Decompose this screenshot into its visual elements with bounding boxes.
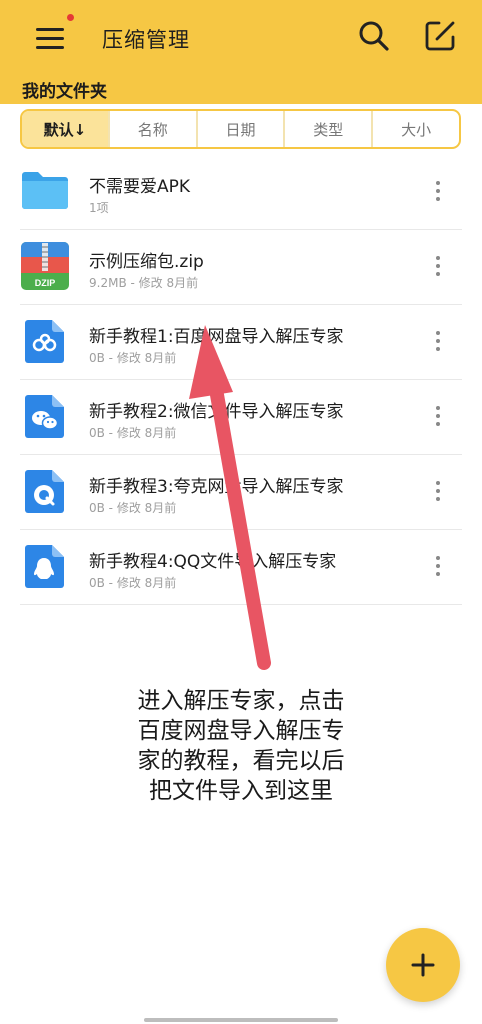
qq-icon [25, 545, 64, 588]
sort-tab-default[interactable]: 默认↓ [22, 111, 110, 147]
baidu-netdisk-icon [25, 320, 64, 363]
file-meta: 0B - 修改 8月前 [89, 426, 177, 440]
instruction-line: 百度网盘导入解压专 [137, 718, 345, 744]
file-meta: 9.2MB - 修改 8月前 [89, 276, 199, 290]
sort-tab-type[interactable]: 类型 [285, 111, 374, 147]
instruction-line: 进入解压专家，点击 [137, 688, 345, 714]
file-list: 不需要爱APK 1项 DZIP 示例压缩包.zip 9.2MB - 修改 8月前 [0, 155, 482, 605]
file-name: 不需要爱APK [89, 177, 191, 197]
quark-icon [25, 470, 64, 513]
zip-archive-icon: DZIP [21, 242, 69, 290]
sort-tabs: 默认↓ 名称 日期 类型 大小 [20, 109, 461, 149]
file-meta: 0B - 修改 8月前 [89, 351, 177, 365]
file-meta: 1项 [89, 201, 109, 215]
file-name: 新手教程1:百度网盘导入解压专家 [89, 327, 344, 347]
file-row-folder[interactable]: 不需要爱APK 1项 [0, 155, 482, 230]
file-row-tutorial-2[interactable]: 新手教程2:微信文件导入解压专家 0B - 修改 8月前 [0, 380, 482, 455]
top-app-bar: 压缩管理 我的文件夹 [0, 0, 482, 104]
instruction-line: 家的教程，看完以后 [137, 748, 345, 774]
file-name: 新手教程4:QQ文件导入解压专家 [89, 552, 337, 572]
divider [20, 604, 462, 605]
notification-badge [67, 14, 74, 21]
sort-tab-date[interactable]: 日期 [198, 111, 286, 147]
file-row-tutorial-3[interactable]: 新手教程3:夸克网盘导入解压专家 0B - 修改 8月前 [0, 455, 482, 530]
more-options-button[interactable] [426, 554, 450, 578]
sort-tab-size[interactable]: 大小 [373, 111, 459, 147]
edit-button[interactable] [422, 18, 458, 54]
more-options-button[interactable] [426, 254, 450, 278]
folder-icon [22, 172, 68, 209]
file-meta: 0B - 修改 8月前 [89, 501, 177, 515]
plus-icon [411, 953, 435, 977]
more-options-button[interactable] [426, 179, 450, 203]
home-indicator[interactable] [144, 1018, 338, 1022]
folder-section-label: 我的文件夹 [22, 82, 107, 102]
menu-button[interactable] [30, 14, 74, 56]
sort-tab-name[interactable]: 名称 [110, 111, 198, 147]
file-row-tutorial-4[interactable]: 新手教程4:QQ文件导入解压专家 0B - 修改 8月前 [0, 530, 482, 605]
file-meta: 0B - 修改 8月前 [89, 576, 177, 590]
file-name: 示例压缩包.zip [89, 252, 204, 272]
more-options-button[interactable] [426, 329, 450, 353]
tutorial-instruction: 进入解压专家，点击 百度网盘导入解压专 家的教程，看完以后 把文件导入到这里 [100, 686, 382, 806]
page-title: 压缩管理 [102, 28, 190, 52]
search-icon [359, 21, 389, 51]
edit-icon [425, 21, 455, 51]
zip-icon-label: DZIP [35, 278, 56, 288]
add-button[interactable] [386, 928, 460, 1002]
file-row-zip[interactable]: DZIP 示例压缩包.zip 9.2MB - 修改 8月前 [0, 230, 482, 305]
more-options-button[interactable] [426, 404, 450, 428]
more-options-button[interactable] [426, 479, 450, 503]
wechat-icon [25, 395, 64, 438]
file-row-tutorial-1[interactable]: 新手教程1:百度网盘导入解压专家 0B - 修改 8月前 [0, 305, 482, 380]
file-name: 新手教程3:夸克网盘导入解压专家 [89, 477, 344, 497]
instruction-line: 把文件导入到这里 [149, 778, 333, 804]
search-button[interactable] [356, 18, 392, 54]
file-name: 新手教程2:微信文件导入解压专家 [89, 402, 344, 422]
